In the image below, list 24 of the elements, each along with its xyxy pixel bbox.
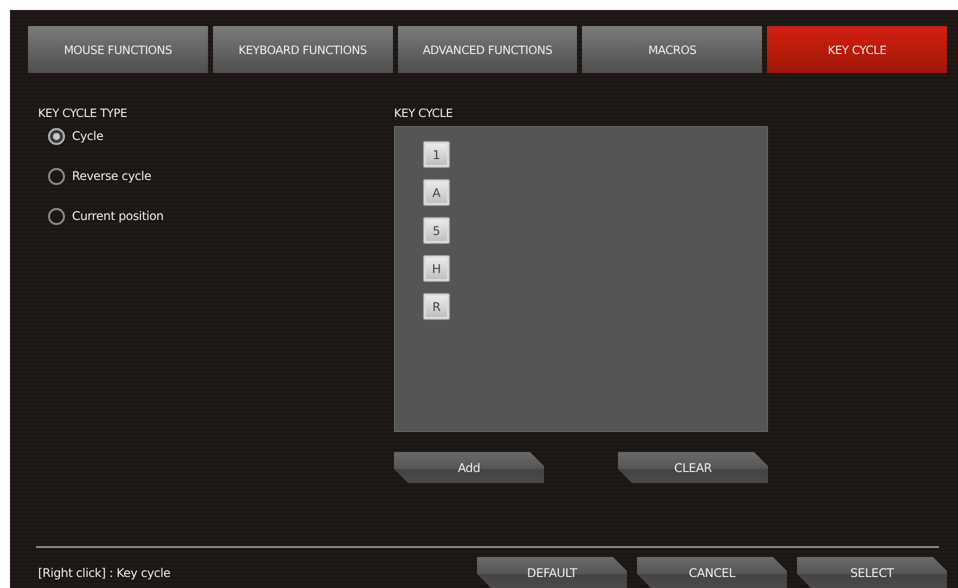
tab[interactable]: MOUSE FUNCTIONS	[28, 26, 208, 73]
key-cap: H	[423, 255, 450, 282]
action-button[interactable]: Add	[394, 452, 544, 483]
radio-label: Reverse cycle	[72, 169, 152, 183]
radio-button[interactable]	[48, 168, 65, 184]
hint-text: [Right click] : Key cycle	[38, 566, 172, 580]
key-cap: R	[423, 293, 450, 320]
radio-button[interactable]	[48, 208, 65, 224]
key-cap: 5	[423, 217, 450, 244]
section-heading: KEY CYCLE TYPE	[38, 106, 128, 122]
key-cap: A	[423, 179, 450, 206]
section-heading: KEY CYCLE	[394, 106, 454, 122]
action-button[interactable]: CLEAR	[618, 452, 768, 483]
key-cap: 1	[423, 141, 450, 168]
footer-button[interactable]: SELECT	[797, 557, 947, 588]
radio-label: Current position	[72, 209, 164, 223]
radio-label: Cycle	[72, 129, 104, 143]
tab[interactable]: KEY CYCLE	[767, 26, 947, 73]
radio-button[interactable]	[48, 128, 65, 144]
tab[interactable]: ADVANCED FUNCTIONS	[398, 26, 578, 73]
footer-button[interactable]: CANCEL	[637, 557, 787, 588]
tab[interactable]: MACROS	[582, 26, 762, 73]
footer-button[interactable]: DEFAULT	[477, 557, 627, 588]
tab[interactable]: KEYBOARD FUNCTIONS	[212, 26, 393, 73]
